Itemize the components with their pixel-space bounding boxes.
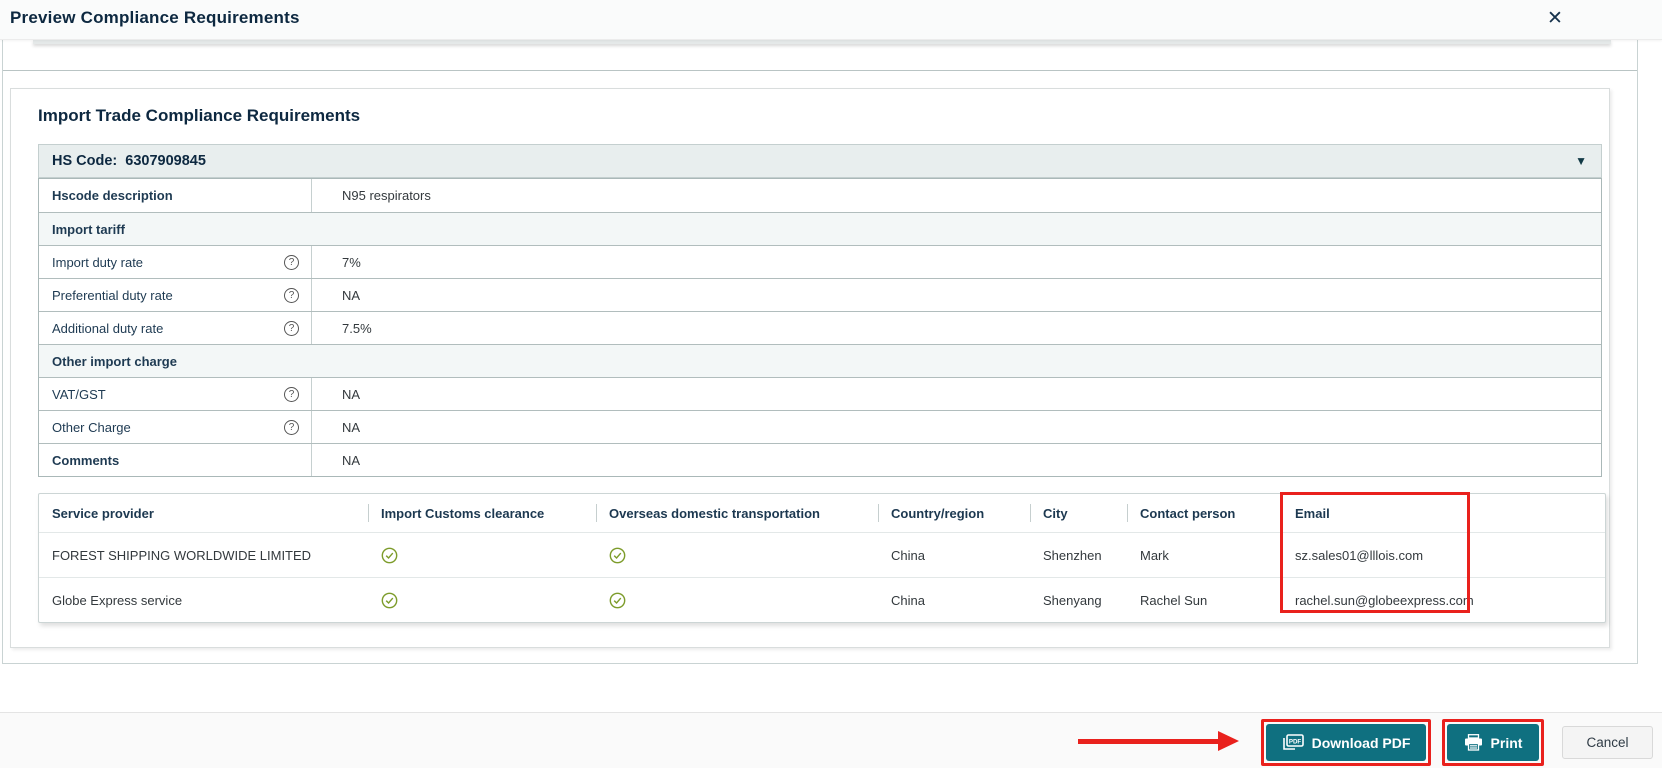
preview-compliance-dialog: Preview Compliance Requirements ✕ Import…	[0, 0, 1662, 768]
help-icon[interactable]: ?	[284, 386, 299, 402]
print-button[interactable]: Print	[1447, 724, 1539, 761]
annotation-arrow-head	[1218, 731, 1239, 751]
check-circle-icon	[368, 578, 596, 622]
table-header-row: Service provider Import Customs clearanc…	[39, 494, 1605, 532]
svg-text:PDF: PDF	[1288, 738, 1301, 745]
column-header: Overseas domestic transportation	[596, 494, 878, 532]
annotation-print-highlight: Print	[1442, 719, 1544, 766]
table-section-row: Import tariff	[39, 212, 1601, 245]
section-label: Import tariff	[52, 221, 125, 237]
hs-details-table: Hscode description N95 respirators Impor…	[38, 178, 1602, 477]
table-row: Comments NA	[39, 443, 1601, 476]
download-pdf-button[interactable]: PDF Download PDF	[1266, 724, 1426, 761]
table-row: VAT/GST? NA	[39, 377, 1601, 410]
row-label: Comments	[52, 452, 120, 468]
dialog-footer: PDF Download PDF Print Cancel	[0, 712, 1662, 768]
download-pdf-label: Download PDF	[1311, 734, 1411, 751]
table-row: Additional duty rate? 7.5%	[39, 311, 1601, 344]
pdf-icon: PDF	[1282, 734, 1304, 751]
annotation-download-highlight: PDF Download PDF	[1261, 719, 1431, 766]
print-label: Print	[1490, 734, 1523, 751]
column-header: City	[1030, 494, 1127, 532]
table-row: Import duty rate? 7%	[39, 245, 1601, 278]
cancel-button[interactable]: Cancel	[1562, 726, 1653, 759]
previous-section-partial	[3, 40, 1637, 71]
help-icon[interactable]: ?	[284, 287, 299, 303]
chevron-down-icon[interactable]: ▼	[1575, 154, 1587, 168]
hs-code-bar[interactable]: HS Code: 6307909845 ▼	[38, 144, 1602, 178]
row-label: Preferential duty rate	[52, 287, 173, 303]
row-value: NA	[342, 419, 361, 435]
provider-city: Shenyang	[1043, 592, 1102, 608]
dialog-header: Preview Compliance Requirements ✕	[0, 0, 1662, 40]
provider-email: rachel.sun@globeexpress.com	[1295, 592, 1474, 608]
section-label: Other import charge	[52, 353, 177, 369]
column-header: Contact person	[1127, 494, 1282, 532]
provider-email: sz.sales01@lllois.com	[1295, 547, 1424, 563]
help-icon[interactable]: ?	[284, 320, 299, 336]
row-label: Other Charge	[52, 419, 131, 435]
provider-country: China	[891, 592, 925, 608]
column-header: Service provider	[52, 505, 154, 521]
provider-city: Shenzhen	[1043, 547, 1102, 563]
provider-country: China	[891, 547, 925, 563]
check-circle-icon	[368, 533, 596, 577]
check-circle-icon	[596, 533, 878, 577]
row-value: NA	[342, 386, 361, 402]
check-circle-icon	[596, 578, 878, 622]
printer-icon	[1464, 734, 1483, 751]
service-provider-table: Service provider Import Customs clearanc…	[38, 493, 1606, 623]
previous-section-bar-edge	[33, 40, 1611, 44]
column-header: Country/region	[878, 494, 1030, 532]
section-title: Import Trade Compliance Requirements	[38, 106, 361, 125]
close-icon[interactable]: ✕	[1540, 4, 1570, 34]
row-label: Hscode description	[52, 188, 173, 203]
annotation-arrow	[1078, 739, 1220, 744]
hs-code-label: HS Code:	[52, 153, 118, 169]
help-icon[interactable]: ?	[284, 254, 299, 270]
table-row: Hscode description N95 respirators	[39, 179, 1601, 212]
table-row: Globe Express service China Shenyang Rac…	[39, 577, 1605, 622]
table-section-row: Other import charge	[39, 344, 1601, 377]
row-value: NA	[342, 287, 361, 303]
row-value: N95 respirators	[342, 188, 431, 203]
table-row: Preferential duty rate? NA	[39, 278, 1601, 311]
import-compliance-card: Import Trade Compliance Requirements HS …	[10, 88, 1610, 648]
row-label: Additional duty rate	[52, 320, 164, 336]
table-row: FOREST SHIPPING WORLDWIDE LIMITED China …	[39, 532, 1605, 577]
provider-contact: Rachel Sun	[1140, 592, 1208, 608]
row-value: 7.5%	[342, 320, 372, 336]
page-title: Preview Compliance Requirements	[10, 8, 300, 27]
help-icon[interactable]: ?	[284, 419, 299, 435]
row-value: 7%	[342, 254, 361, 270]
row-value: NA	[342, 452, 361, 468]
column-header: Import Customs clearance	[368, 494, 596, 532]
hs-code-value: 6307909845	[125, 153, 206, 169]
provider-name: Globe Express service	[52, 592, 183, 608]
column-header: Email	[1282, 494, 1605, 532]
table-row: Other Charge? NA	[39, 410, 1601, 443]
row-label: Import duty rate	[52, 254, 144, 270]
row-label: VAT/GST	[52, 386, 106, 402]
provider-name: FOREST SHIPPING WORLDWIDE LIMITED	[52, 547, 312, 563]
provider-contact: Mark	[1140, 547, 1169, 563]
